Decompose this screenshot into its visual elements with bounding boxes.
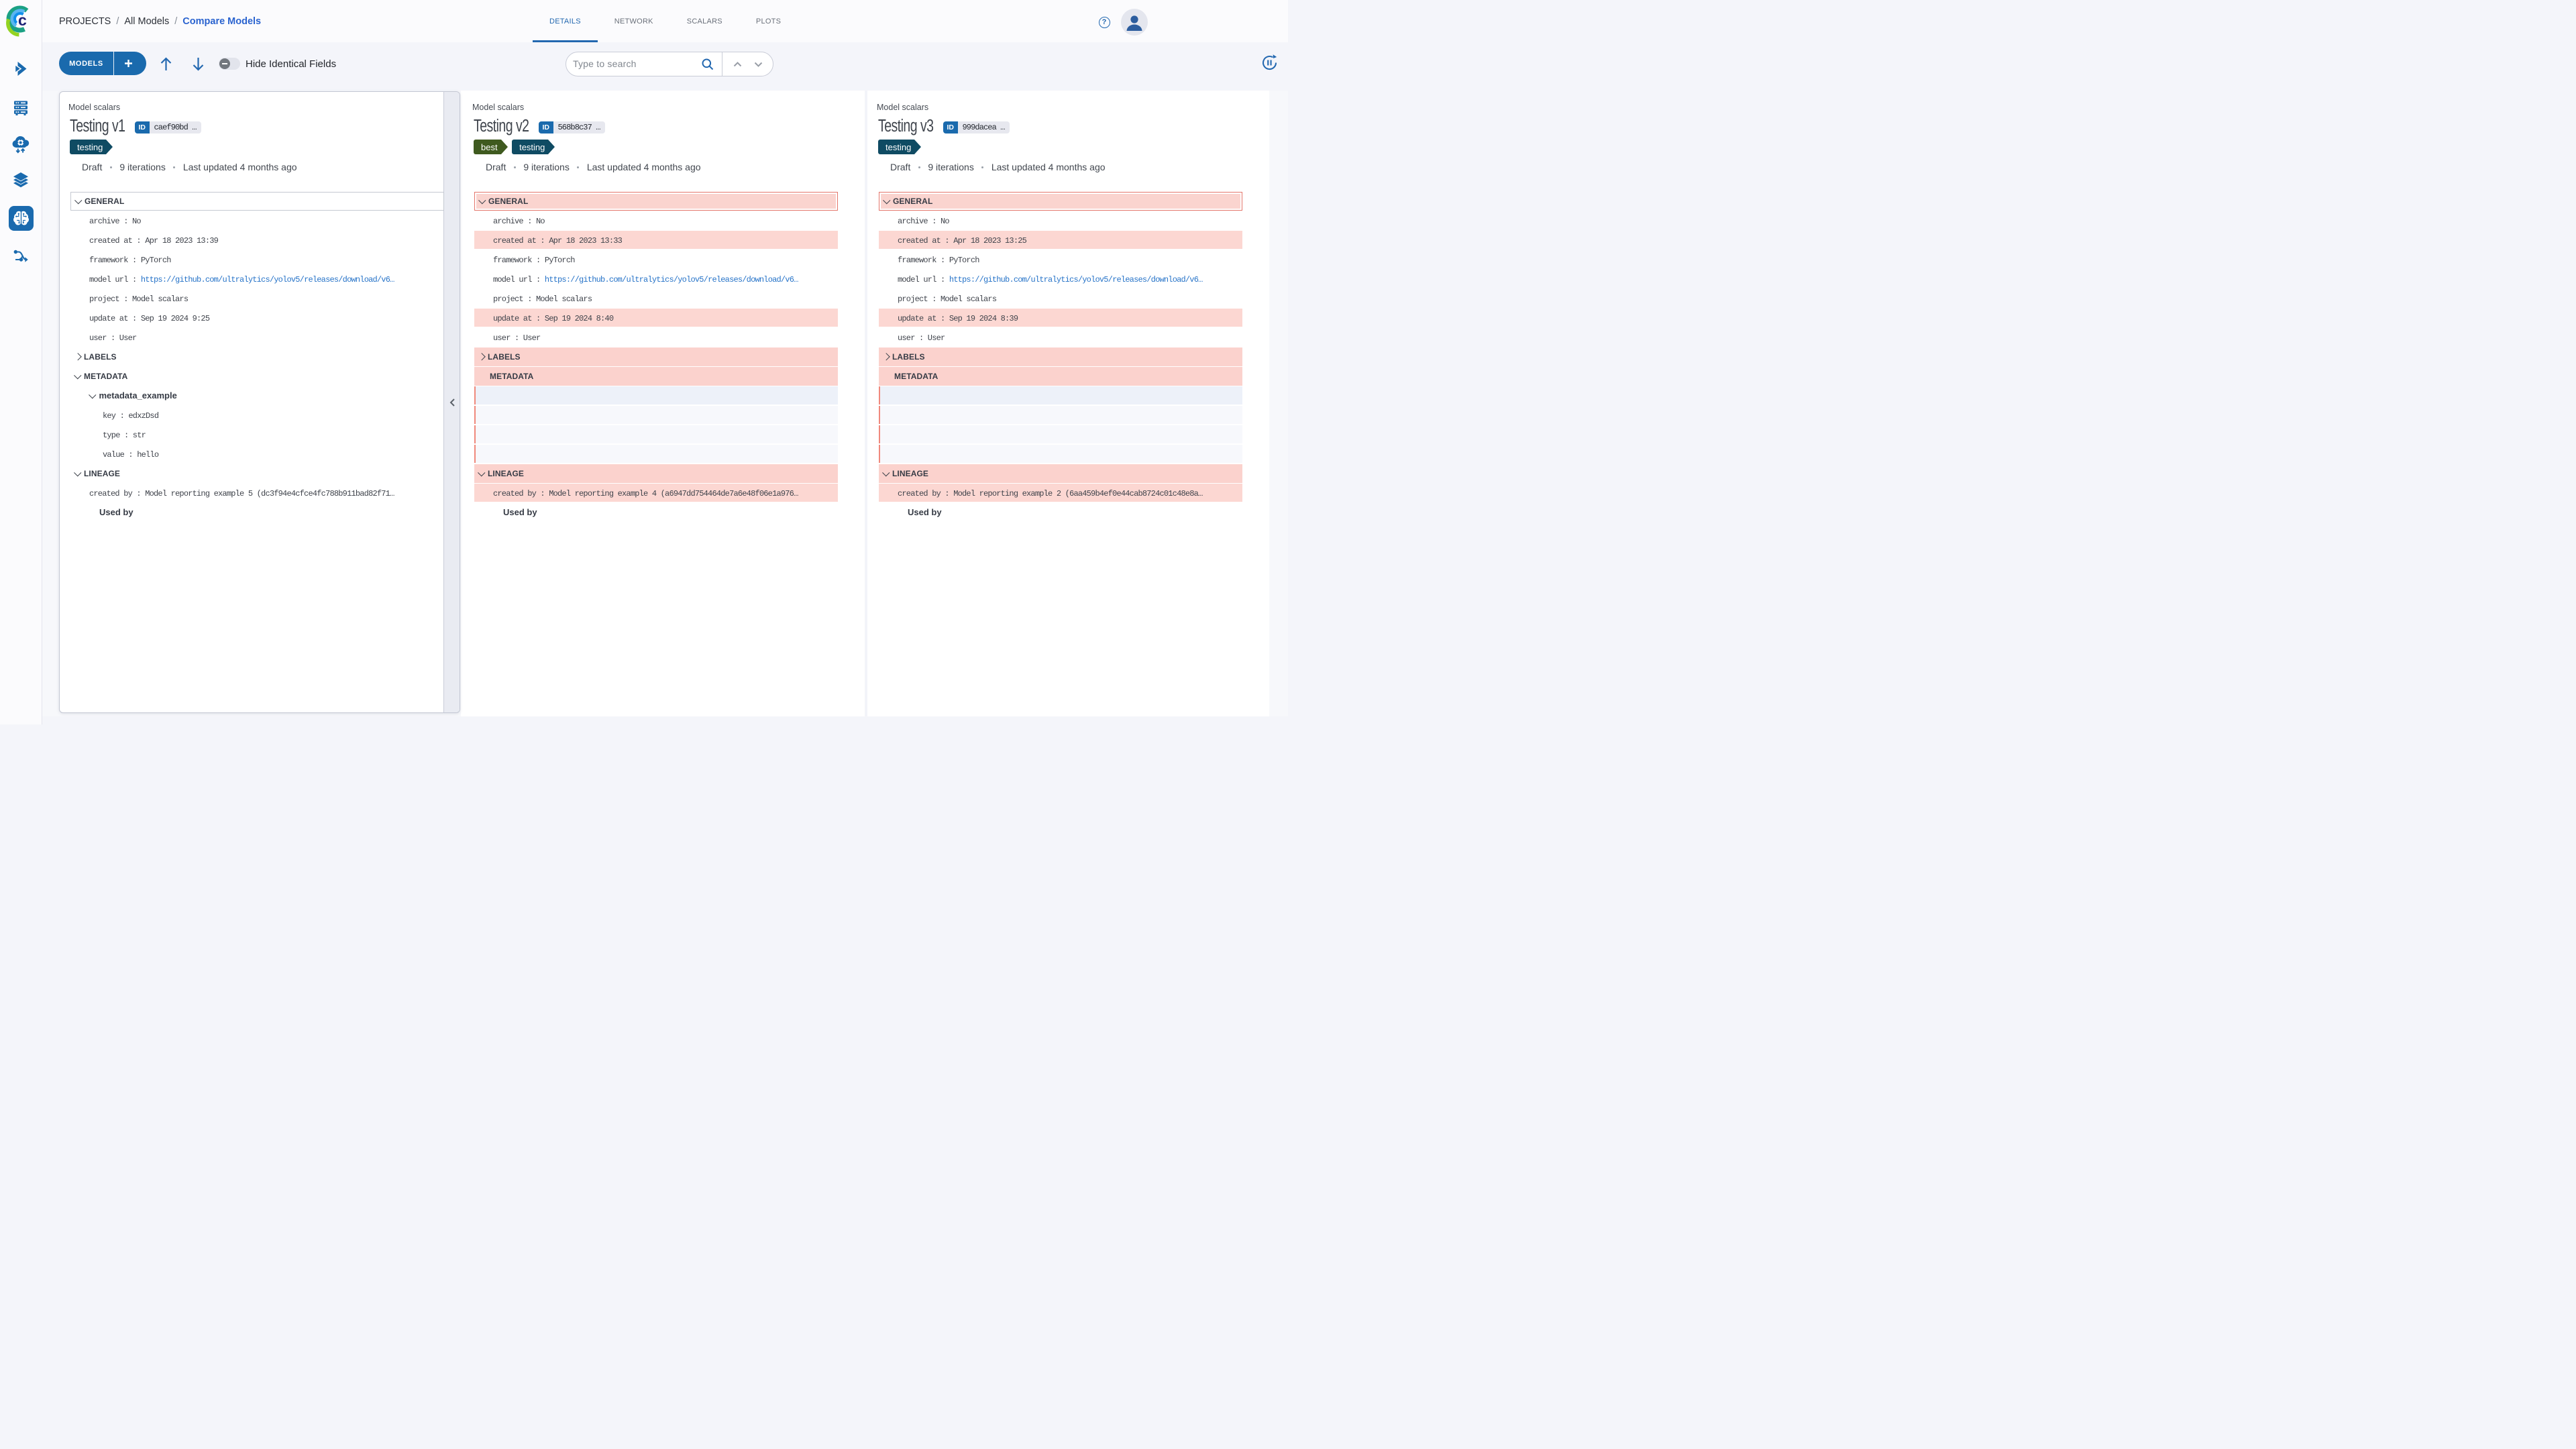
svg-text:c: c: [18, 11, 27, 29]
